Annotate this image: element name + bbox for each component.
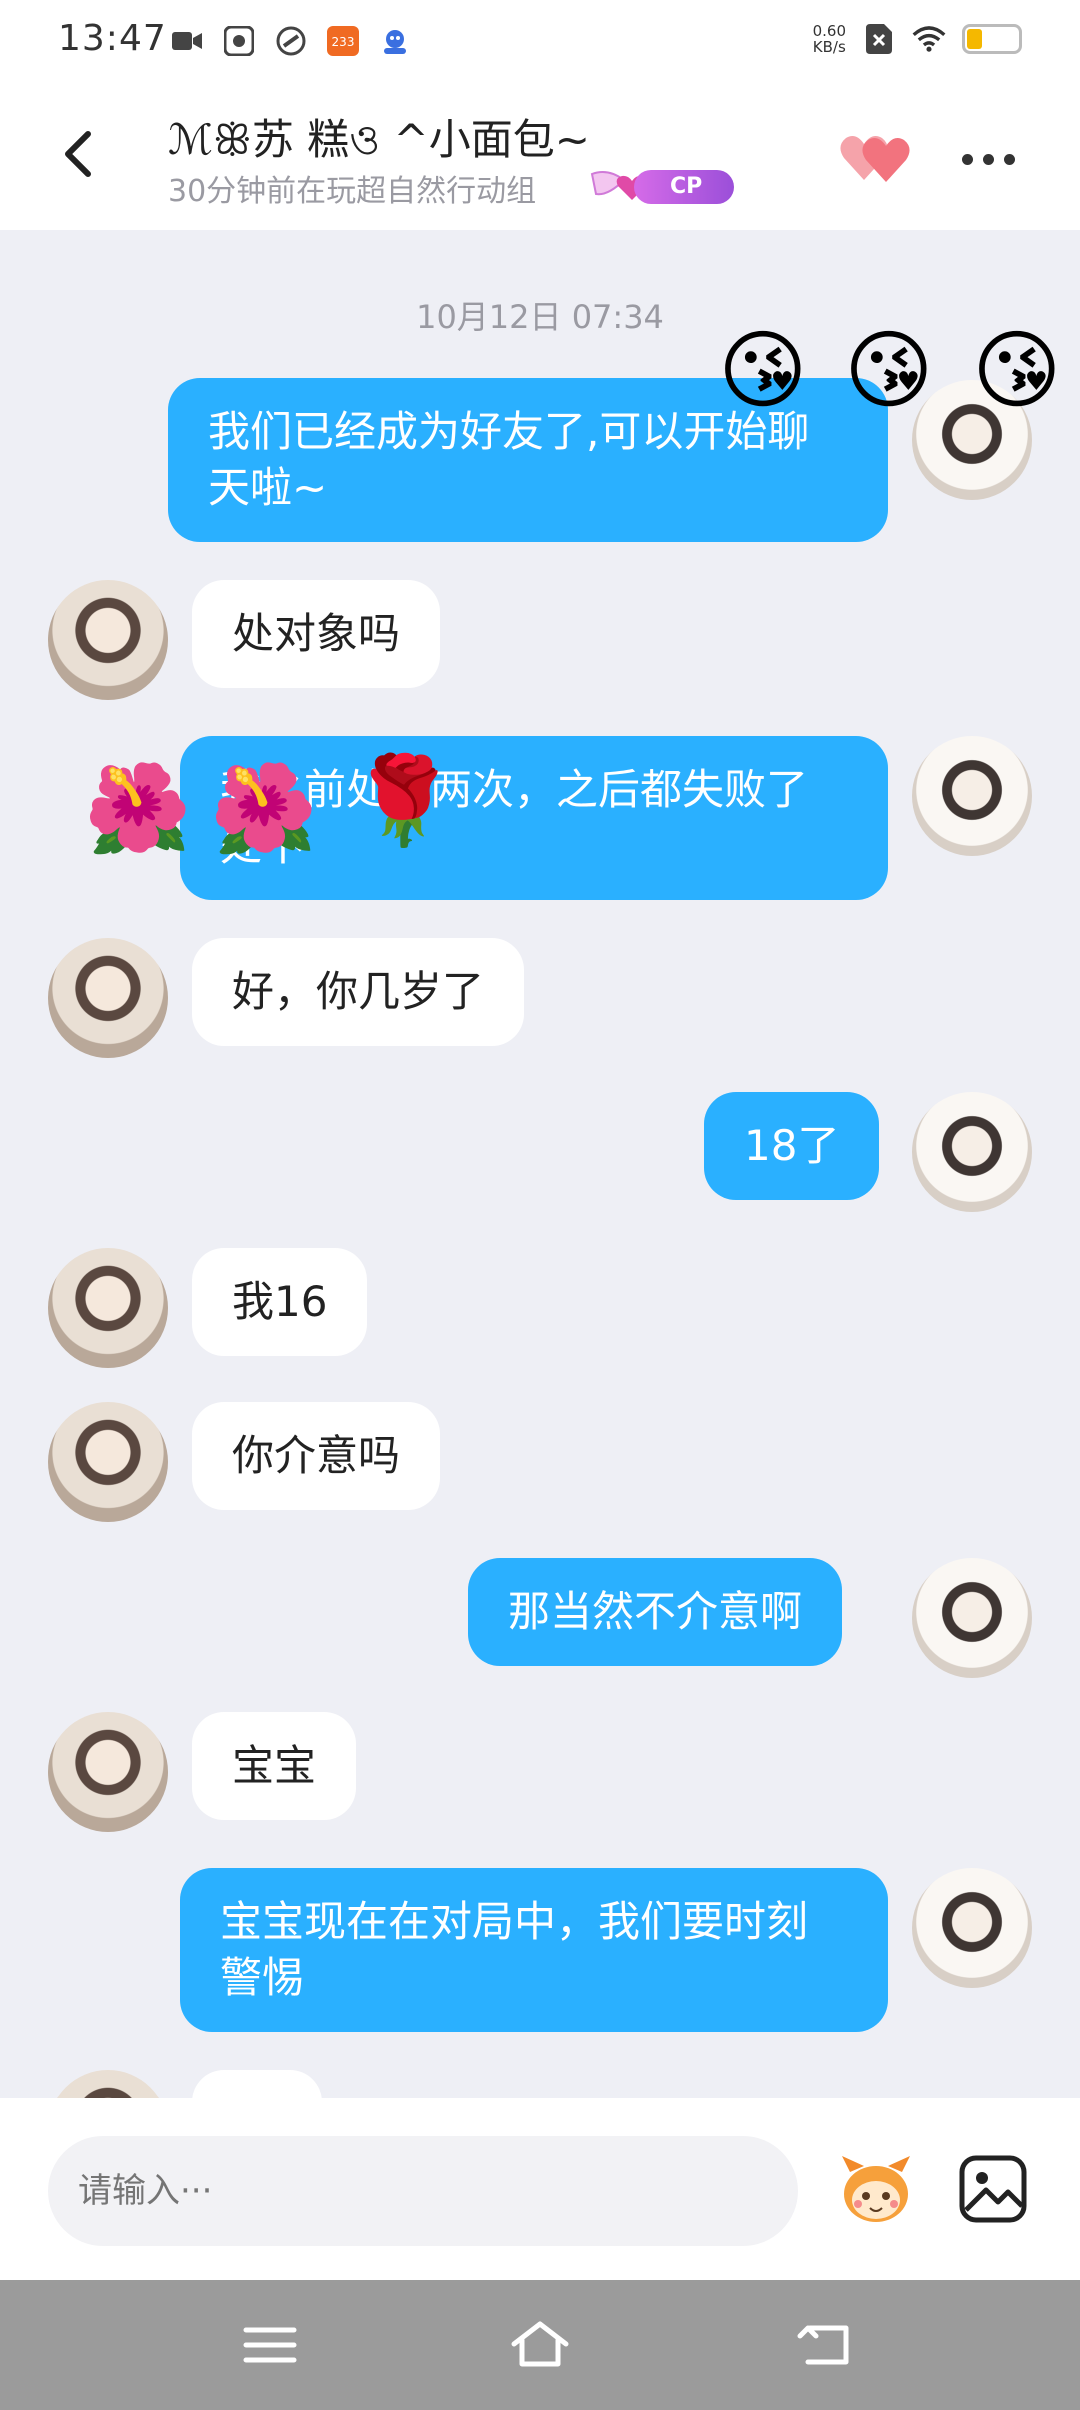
network-speed-unit: KB/s xyxy=(812,38,846,56)
contact-avatar[interactable] xyxy=(48,1712,168,1832)
wifi-icon xyxy=(912,22,946,56)
more-dot-icon xyxy=(1004,153,1015,165)
hibiscus-emoji-effect: 🌺 xyxy=(210,759,318,859)
kiss-emoji-effect: 😘 xyxy=(972,321,1062,421)
message-input[interactable] xyxy=(48,2136,798,2246)
my-avatar[interactable] xyxy=(912,1092,1032,1212)
image-icon xyxy=(959,2155,1027,2223)
status-right: 0.60 KB/s xyxy=(813,22,1022,56)
image-button[interactable] xyxy=(958,2154,1028,2224)
badge-233-label: 233 xyxy=(332,35,355,49)
system-nav-bar xyxy=(0,2280,1080,2410)
double-heart-icon xyxy=(840,136,910,182)
incoming-message[interactable]: 宝宝 xyxy=(192,1712,357,1820)
more-options-button[interactable] xyxy=(962,144,1022,174)
home-icon xyxy=(511,2321,569,2367)
app-233-icon: 233 xyxy=(326,24,360,58)
status-bar: 13:47 233 0.60 KB/s xyxy=(0,0,1080,82)
app-icon xyxy=(222,24,256,58)
rose-emoji-effect: 🌹 xyxy=(350,751,458,851)
sticker-button[interactable] xyxy=(836,2150,916,2230)
game-app-icon xyxy=(274,24,308,58)
outgoing-message[interactable]: 那当然不介意啊 xyxy=(468,1558,843,1666)
status-time: 13:47 xyxy=(58,18,167,59)
nav-back-button[interactable] xyxy=(796,2318,856,2372)
input-bar xyxy=(0,2098,1080,2280)
kiss-emoji-effect: 😘 xyxy=(844,321,934,421)
kiss-emoji-effect: 😘 xyxy=(718,321,808,421)
contact-avatar[interactable] xyxy=(48,938,168,1058)
nav-home-button[interactable] xyxy=(510,2318,570,2372)
outgoing-message[interactable]: 宝宝现在在对局中，我们要时刻警惕 xyxy=(180,1868,888,2032)
battery-icon xyxy=(962,24,1022,54)
cp-badge[interactable]: CP xyxy=(590,166,734,206)
contact-avatar[interactable] xyxy=(48,580,168,700)
contact-status: 30分钟前在玩超自然行动组 xyxy=(168,174,537,209)
contact-avatar[interactable] xyxy=(48,2070,168,2098)
baidu-icon xyxy=(378,24,412,58)
video-camera-icon xyxy=(170,24,204,58)
chevron-left-icon xyxy=(65,131,91,177)
incoming-message[interactable]: 我16 xyxy=(192,1248,368,1356)
my-avatar[interactable] xyxy=(912,1868,1032,1988)
my-avatar[interactable] xyxy=(912,736,1032,856)
network-speed: 0.60 KB/s xyxy=(813,23,846,55)
outgoing-message[interactable]: 18了 xyxy=(704,1092,880,1200)
return-icon xyxy=(797,2325,849,2365)
more-dot-icon xyxy=(962,153,973,165)
my-avatar[interactable] xyxy=(912,1558,1032,1678)
hibiscus-emoji-effect: 🌺 xyxy=(84,759,192,859)
nav-menu-button[interactable] xyxy=(240,2318,300,2372)
incoming-message[interactable]: 好，你几岁了 xyxy=(192,938,525,1046)
incoming-message[interactable]: 处对象吗 xyxy=(192,580,441,688)
back-button[interactable] xyxy=(50,124,110,184)
chat-messages-area[interactable]: 10月12日 07:34 我们已经成为好友了,可以开始聊天啦~ 处对象吗 我之前… xyxy=(0,230,1080,2098)
network-speed-value: 0.60 xyxy=(812,22,846,40)
intimacy-button[interactable] xyxy=(838,128,914,188)
more-dot-icon xyxy=(983,153,994,165)
chat-header: ℳꕥ苏 糕ও ^小面包~ 30分钟前在玩超自然行动组 CP xyxy=(0,82,1080,230)
notification-icons: 233 xyxy=(170,24,412,58)
contact-avatar[interactable] xyxy=(48,1248,168,1368)
no-sim-icon xyxy=(862,22,896,56)
contact-avatar[interactable] xyxy=(48,1402,168,1522)
cp-label: CP xyxy=(634,170,734,204)
incoming-message[interactable]: 你介意吗 xyxy=(192,1402,441,1510)
menu-icon xyxy=(243,2327,297,2363)
incoming-message-partial[interactable] xyxy=(192,2070,322,2098)
mascot-sticker-icon xyxy=(842,2156,910,2222)
